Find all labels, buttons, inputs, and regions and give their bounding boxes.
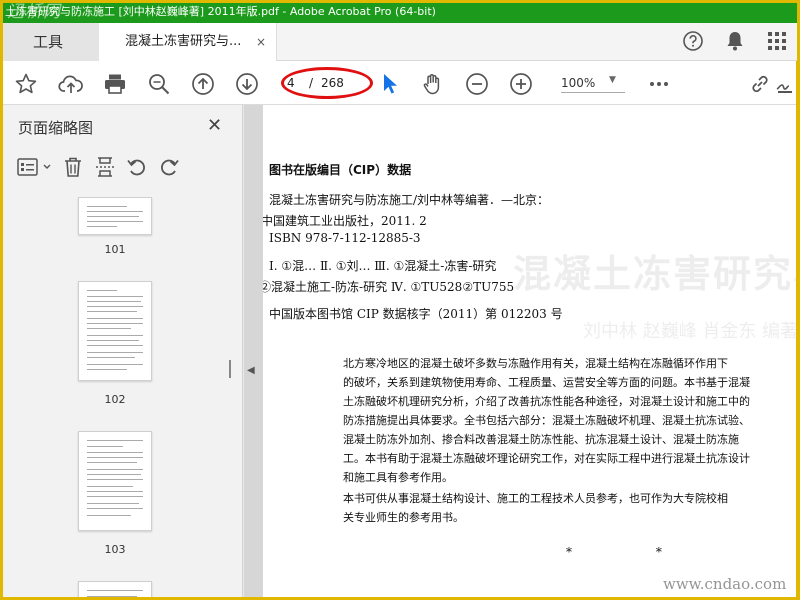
cloud-upload-icon[interactable]	[58, 71, 84, 97]
tab-document[interactable]: 混凝土冻害研究与... ×	[99, 23, 277, 61]
hand-icon[interactable]	[420, 71, 446, 97]
paragraph-line: 土冻融破坏机理研究分析，介绍了改善抗冻性能各种途径，对混凝土设计和施工中的	[343, 395, 750, 408]
paragraph-line: 混凝土防冻外加剂、掺合料改善混凝土防冻性能、抗冻混凝土设计、混凝土防冻施	[343, 433, 739, 446]
cip-line: 中国建筑工业出版社，2011. 2	[263, 214, 427, 228]
thumbnail-options-icon[interactable]	[17, 155, 53, 179]
site-logo-watermark: 迅桥网	[7, 3, 61, 22]
page-down-icon[interactable]	[234, 71, 260, 97]
trash-icon[interactable]	[61, 155, 85, 179]
tab-bar: 工具 混凝土冻害研究与... ×	[3, 23, 797, 61]
bleed-through-title: 混凝土冻害研究与防冻施工	[513, 251, 797, 296]
extract-pages-icon[interactable]	[93, 155, 117, 179]
window-title: 土冻害研究与防冻施工 [刘中林赵巍峰著] 2011年版.pdf - Adobe …	[5, 5, 436, 18]
rotate-right-icon[interactable]	[157, 155, 181, 179]
pdf-page: 混凝土冻害研究与防冻施工 刘中林 赵巍峰 肖金东 编著 图书在版编目（CIP）数…	[263, 105, 799, 597]
print-icon[interactable]	[102, 71, 128, 97]
paragraph-line: 关专业师生的参考用书。	[343, 511, 464, 524]
thumbnail-list[interactable]: 101 102 103	[3, 197, 225, 597]
link-icon[interactable]	[747, 71, 773, 97]
cip-heading: 图书在版编目（CIP）数据	[269, 163, 412, 177]
main-toolbar: 4 / 268 100% ▼	[3, 61, 797, 105]
site-url-watermark: www.cndao.com	[663, 575, 787, 593]
close-icon[interactable]: ✕	[207, 115, 222, 136]
cip-line: 中国版本图书馆 CIP 数据核字（2011）第 012203 号	[269, 307, 563, 321]
right-edge-bar	[796, 61, 797, 597]
tab-document-label: 混凝土冻害研究与...	[125, 34, 242, 49]
document-view[interactable]: 混凝土冻害研究与防冻施工 刘中林 赵巍峰 肖金东 编著 图书在版编目（CIP）数…	[244, 105, 799, 597]
thumbnail-page-104[interactable]	[78, 581, 152, 597]
thumbnail-label: 103	[104, 543, 126, 556]
thumbnail-page-103[interactable]	[78, 431, 152, 531]
paragraph-line: 本书可供从事混凝土结构设计、施工的工程技术人员参考，也可作为大专院校相	[343, 492, 728, 505]
thumbnail-label: 102	[104, 393, 126, 406]
cip-line: ISBN 978-7-112-12885-3	[269, 231, 421, 245]
chevron-down-icon[interactable]: ▼	[609, 75, 616, 85]
paragraph-line: 的破坏，关系到建筑物使用寿命、工程质量、运营安全等方面的问题。本书基于混凝	[343, 376, 750, 389]
thumbnail-page-102[interactable]	[78, 281, 152, 381]
paragraph-line: 和施工具有参考作用。	[343, 471, 453, 484]
tab-close-icon[interactable]: ×	[256, 23, 266, 61]
page-up-icon[interactable]	[190, 71, 216, 97]
star-icon[interactable]	[13, 71, 39, 97]
cip-line: 混凝土冻害研究与防冻施工/刘中林等编著．—北京：	[269, 193, 550, 207]
select-arrow-icon[interactable]	[377, 71, 403, 97]
tab-tools-label: 工具	[33, 33, 64, 51]
more-icon[interactable]	[646, 71, 672, 97]
tab-tools[interactable]: 工具	[3, 23, 99, 61]
bleed-through-authors: 刘中林 赵巍峰 肖金东 编著	[583, 321, 799, 342]
zoom-out-icon[interactable]	[464, 71, 490, 97]
sign-icon[interactable]	[773, 71, 795, 97]
paragraph-line: 北方寒冷地区的混凝土破坏多数与冻融作用有关，混凝土结构在冻融循环作用下	[343, 357, 728, 370]
title-bar: 土冻害研究与防冻施工 [刘中林赵巍峰著] 2011年版.pdf - Adobe …	[3, 3, 797, 23]
collapse-panel-icon[interactable]: ◀	[247, 365, 255, 376]
zoom-in-icon[interactable]	[508, 71, 534, 97]
help-icon[interactable]	[681, 29, 705, 53]
bell-icon[interactable]	[723, 29, 747, 53]
section-stars: * *	[566, 545, 702, 559]
cip-line: Ⅰ. ①混… Ⅱ. ①刘… Ⅲ. ①混凝土-冻害-研究	[269, 259, 497, 273]
thumbnail-page-101[interactable]	[78, 197, 152, 235]
zoom-search-icon[interactable]	[146, 71, 172, 97]
paragraph-line: 工。本书有助于混凝土冻融破坏理论研究工作，对在实际工程中进行混凝土抗冻设计	[343, 452, 750, 465]
cip-line: ②混凝土施工-防冻-研究 Ⅳ. ①TU528②TU755	[263, 280, 515, 294]
paragraph-line: 防冻措施提出具体要求。全书包括六部分：混凝土冻融破坏机理、混凝土抗冻试验、	[343, 414, 750, 427]
page-number-highlight-annotation	[281, 67, 373, 99]
thumbnail-panel-title: 页面缩略图	[18, 119, 94, 137]
thumbnail-panel: 页面缩略图 ✕ 101 102 103	[3, 105, 243, 597]
apps-grid-icon[interactable]	[765, 29, 789, 53]
app-window: 土冻害研究与防冻施工 [刘中林赵巍峰著] 2011年版.pdf - Adobe …	[0, 0, 800, 600]
zoom-level-value: 100%	[561, 76, 596, 90]
rotate-left-icon[interactable]	[125, 155, 149, 179]
thumbnail-label: 101	[104, 243, 126, 256]
panel-resize-handle[interactable]	[229, 360, 231, 378]
